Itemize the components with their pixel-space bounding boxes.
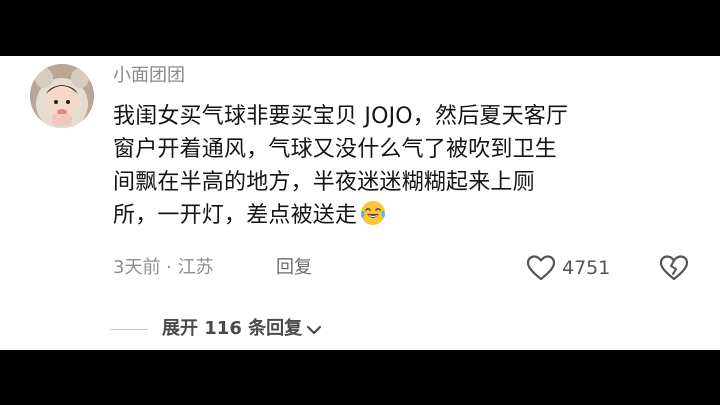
- comment-line: 窗户开着通风，气球又没什么气了被吹到卫生: [113, 137, 558, 162]
- comment-line-text: 所，一开灯，差点被送走: [113, 203, 358, 228]
- comment-text: 我闺女买气球非要买宝贝 JOJO，然后夏天客厅 窗户开着通风，气球又没什么气了被…: [113, 100, 693, 232]
- comment-line: 间飘在半高的地方，半夜迷迷糊糊起来上厕: [113, 170, 535, 195]
- letterbox-bottom: [0, 350, 720, 405]
- chevron-down-icon: [307, 325, 322, 335]
- dislike-button[interactable]: [658, 252, 690, 284]
- like-button[interactable]: 4751: [526, 251, 610, 285]
- comment-line-last: 所，一开灯，差点被送走: [113, 199, 693, 232]
- divider: [110, 328, 148, 330]
- avatar[interactable]: [30, 64, 94, 128]
- avatar-image: [30, 64, 94, 128]
- comment-time-location: 3天前 · 江苏: [113, 257, 214, 278]
- letterbox-top: [0, 0, 720, 56]
- reply-button[interactable]: 回复: [276, 253, 312, 283]
- broken-heart-icon: [659, 255, 689, 281]
- comment-card: 小面团团 我闺女买气球非要买宝贝 JOJO，然后夏天客厅 窗户开着通风，气球又没…: [0, 56, 720, 350]
- expand-replies-label: 展开 116 条回复: [162, 318, 303, 339]
- heart-outline-icon: [526, 255, 556, 281]
- username[interactable]: 小面团团: [113, 64, 185, 88]
- comment-line: 我闺女买气球非要买宝贝 JOJO，然后夏天客厅: [113, 104, 569, 129]
- like-count: 4751: [562, 257, 611, 279]
- tears-of-joy-emoji-icon: [361, 201, 386, 225]
- expand-replies-button[interactable]: 展开 116 条回复: [110, 314, 322, 344]
